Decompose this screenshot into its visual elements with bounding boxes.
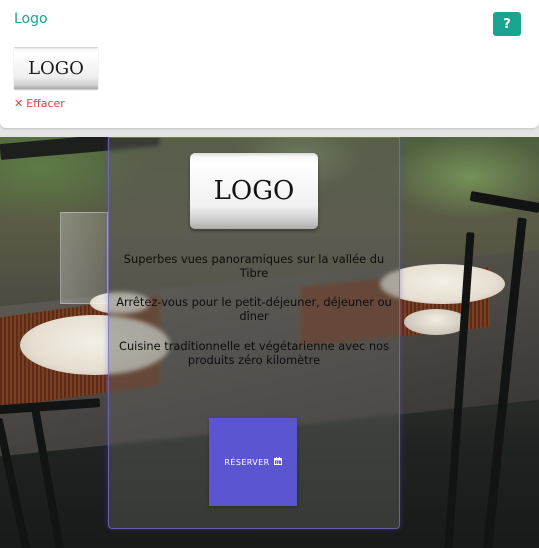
preview-area: LOGO Superbes vues panoramiques sur la v… [0,137,539,548]
logo-settings-panel: Logo ? LOGO ✕ Effacer [0,0,539,128]
close-icon: ✕ [14,97,24,110]
card-description-line: Superbes vues panoramiques sur la vallée… [123,252,385,280]
background-bowl [404,309,468,335]
reserve-button-label: RÉSERVER [224,457,270,467]
reserve-button[interactable]: RÉSERVER [209,418,297,506]
panel-title: Logo [14,11,48,27]
card-description-line: Cuisine traditionnelle et végétarienne a… [119,339,389,367]
clear-logo-label: Effacer [26,97,65,110]
clear-logo-link[interactable]: ✕ Effacer [14,97,65,110]
background-chair [469,190,539,214]
calendar-icon [273,457,282,467]
background-glass [60,212,108,304]
card-logo-text: LOGO [213,176,295,206]
overlay-card: LOGO Superbes vues panoramiques sur la v… [108,137,400,529]
help-button[interactable]: ? [493,12,521,36]
card-logo: LOGO [190,153,318,229]
logo-thumbnail-text: LOGO [28,57,84,79]
logo-thumbnail[interactable]: LOGO [14,47,98,89]
card-description-line: Arrêtez-vous pour le petit-déjeuner, déj… [116,295,392,323]
